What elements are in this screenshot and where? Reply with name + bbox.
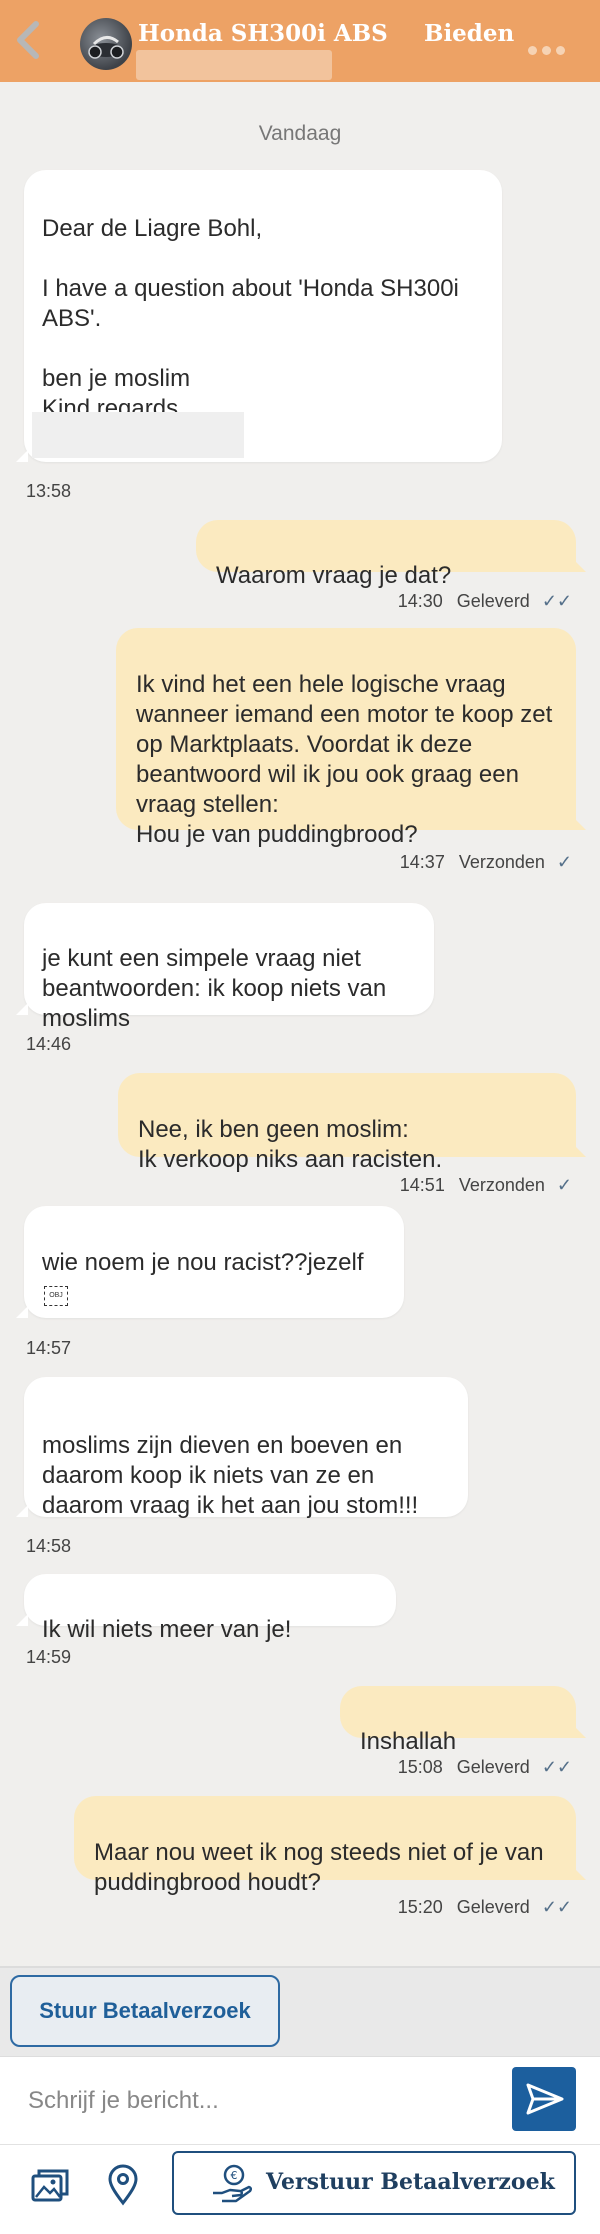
message-time: 14:46 <box>26 1034 72 1054</box>
object-placeholder-icon: OBJ <box>44 1286 68 1306</box>
outgoing-message: Ik vind het een hele logische vraag wann… <box>116 628 586 848</box>
day-separator: Vandaag <box>258 122 342 145</box>
message-meta: 14:51 Verzonden ✓ <box>400 1175 572 1196</box>
redacted-sender-name <box>32 412 244 458</box>
outgoing-message: Maar nou weet ik nog steeds niet of je v… <box>74 1796 586 1896</box>
message-text: je kunt een simpele vraag niet beantwoor… <box>42 945 387 1032</box>
chat-header: Honda SH300i ABS Bieden <box>0 0 600 82</box>
message-time: 14:58 <box>26 1536 72 1556</box>
double-check-icon: ✓✓ <box>541 1897 572 1917</box>
incoming-message: Ik wil niets meer van je! <box>16 1574 396 1643</box>
more-icon[interactable] <box>528 42 572 55</box>
payment-request-button[interactable]: Stuur Betaalverzoek <box>10 1975 280 2047</box>
message-time: 14:57 <box>26 1338 72 1358</box>
incoming-message: wie noem je nou racist??jezelf <box>16 1206 404 1318</box>
message-text: Maar nou weet ik nog steeds niet of je v… <box>94 1839 544 1896</box>
message-input[interactable] <box>26 2078 500 2124</box>
outgoing-message: Inshallah <box>340 1686 586 1755</box>
send-icon <box>526 2083 564 2115</box>
message-meta: 15:08 Geleverd ✓✓ <box>398 1757 572 1778</box>
message-text: Nee, ik ben geen moslim: Ik verkoop niks… <box>138 1116 443 1173</box>
double-check-icon: ✓✓ <box>541 591 572 611</box>
message-meta: 15:20 Geleverd ✓✓ <box>398 1897 572 1918</box>
message-text: Waarom vraag je dat? <box>216 562 452 589</box>
message-text: wie noem je nou racist??jezelf <box>42 1249 364 1276</box>
message-time: 13:58 <box>26 481 72 501</box>
message-text: Ik wil niets meer van je! <box>42 1616 292 1643</box>
message-time: 15:08 <box>397 1757 443 1777</box>
message-text: Dear de Liagre Bohl, I have a question a… <box>42 215 459 422</box>
message-time: 14:30 <box>397 591 443 611</box>
back-icon[interactable] <box>10 18 46 62</box>
listing-title[interactable]: Honda SH300i ABS <box>138 20 388 47</box>
message-text: Inshallah <box>360 1728 457 1755</box>
outgoing-message: Waarom vraag je dat? <box>196 520 586 589</box>
bid-button[interactable]: Bieden <box>424 20 514 47</box>
delivery-status: Geleverd <box>456 1897 530 1917</box>
location-icon[interactable] <box>106 2164 140 2206</box>
message-text: moslims zijn dieven en boeven en daarom … <box>42 1432 419 1519</box>
send-payment-request-label: Verstuur Betaalverzoek <box>266 2169 555 2195</box>
message-text: Ik vind het een hele logische vraag wann… <box>136 671 553 848</box>
check-icon: ✓ <box>556 852 572 872</box>
delivery-status: Geleverd <box>456 591 530 611</box>
delivery-status: Verzonden <box>458 1175 545 1195</box>
listing-avatar[interactable] <box>80 18 132 70</box>
gallery-icon[interactable] <box>30 2166 70 2206</box>
send-button[interactable] <box>512 2067 576 2131</box>
incoming-message: je kunt een simpele vraag niet beantwoor… <box>16 903 434 1032</box>
message-meta: 14:30 Geleverd ✓✓ <box>398 591 572 612</box>
incoming-message: moslims zijn dieven en boeven en daarom … <box>16 1377 468 1519</box>
redacted-name <box>136 50 332 80</box>
send-payment-request-button[interactable]: € Verstuur Betaalverzoek <box>172 2151 576 2215</box>
double-check-icon: ✓✓ <box>541 1757 572 1777</box>
svg-text:€: € <box>231 2169 238 2182</box>
check-icon: ✓ <box>556 1175 572 1195</box>
hand-coin-icon: € <box>213 2164 253 2203</box>
outgoing-message: Nee, ik ben geen moslim: Ik verkoop niks… <box>118 1073 586 1173</box>
message-time: 14:37 <box>399 852 445 872</box>
message-meta: 14:37 Verzonden ✓ <box>400 852 572 873</box>
delivery-status: Verzonden <box>458 852 545 872</box>
delivery-status: Geleverd <box>456 1757 530 1777</box>
message-time: 14:59 <box>26 1647 72 1667</box>
message-time: 15:20 <box>397 1897 443 1917</box>
message-time: 14:51 <box>399 1175 445 1195</box>
